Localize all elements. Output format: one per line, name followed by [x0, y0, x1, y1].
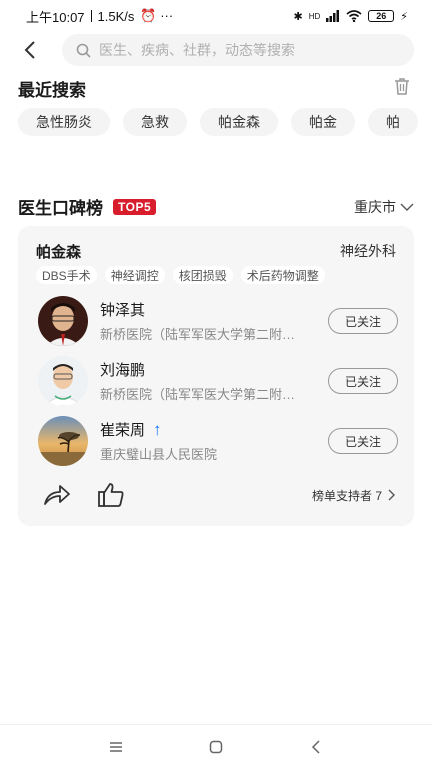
doctor-info: 崔荣周 ↑ 重庆璧山县人民医院 — [100, 419, 328, 463]
status-bar: 上午10:07 1.5K/s ⏰ ··· ✱ HD 26 ⚡ — [0, 0, 432, 32]
avatar — [38, 416, 88, 466]
recent-search-chip[interactable]: 急救 — [123, 108, 187, 136]
ranking-title: 医生口碑榜 — [18, 199, 103, 218]
back-triangle-icon — [311, 739, 320, 754]
home-nav-button[interactable] — [204, 735, 228, 759]
recent-search-chip[interactable]: 帕 — [368, 108, 418, 136]
recent-search-chip[interactable]: 帕金 — [291, 108, 355, 136]
status-speed: 1.5K/s — [97, 8, 135, 24]
doctor-name-text: 崔荣周 — [100, 422, 146, 439]
doctor-info: 钟泽其 新桥医院（陆军军医大学第二附属医院） — [100, 299, 328, 343]
doctor-name: 钟泽其 — [100, 299, 328, 320]
search-bar — [14, 34, 414, 66]
doctor-info: 刘海鹏 新桥医院（陆军军医大学第二附属医院） — [100, 359, 328, 403]
card-header: 帕金森 神经外科 — [36, 241, 396, 262]
doctor-name-text: 钟泽其 — [100, 302, 146, 319]
menu-nav-button[interactable] — [104, 735, 128, 759]
trash-icon[interactable] — [392, 76, 412, 96]
battery-icon: 26 — [368, 10, 395, 22]
home-square-icon — [209, 740, 223, 753]
recent-search-chip[interactable]: 帕金森 — [200, 108, 278, 136]
tag-list: DBS手术 神经调控 核团损毁 术后药物调整 — [36, 266, 325, 284]
network-label: HD — [308, 11, 321, 21]
follow-button[interactable]: 已关注 — [328, 428, 398, 454]
search-input[interactable] — [99, 42, 414, 58]
chevron-left-icon — [24, 41, 35, 59]
specialty-tag: 神经调控 — [104, 266, 165, 284]
follow-button[interactable]: 已关注 — [328, 368, 398, 394]
doctor-row[interactable]: 刘海鹏 新桥医院（陆军军医大学第二附属医院） 已关注 — [38, 356, 398, 406]
ranking-header: 医生口碑榜 TOP5 重庆市 — [18, 194, 414, 219]
chevron-right-icon — [388, 489, 395, 501]
specialty-tag: 术后药物调整 — [240, 266, 325, 284]
recent-search-chip[interactable]: 急性肠炎 — [18, 108, 110, 136]
city-selector[interactable]: 重庆市 — [354, 197, 414, 217]
search-icon — [76, 43, 91, 58]
system-nav-bar — [0, 724, 432, 768]
back-button[interactable] — [14, 34, 46, 66]
card-footer: 榜单支持者 7 — [42, 480, 396, 510]
ranking-card: 帕金森 神经外科 DBS手术 神经调控 核团损毁 术后药物调整 钟泽其 新桥医院… — [18, 226, 414, 526]
doctor-row[interactable]: 钟泽其 新桥医院（陆军军医大学第二附属医院） 已关注 — [38, 296, 398, 346]
doctor-hospital: 新桥医院（陆军军医大学第二附属医院） — [100, 327, 300, 342]
search-box[interactable] — [62, 34, 414, 66]
department-name: 神经外科 — [340, 243, 396, 259]
status-divider — [90, 10, 92, 22]
chevron-down-icon — [400, 203, 414, 211]
specialty-tag: 核团损毁 — [172, 266, 233, 284]
doctor-name: 崔荣周 ↑ — [100, 419, 328, 440]
signal-icon — [326, 10, 340, 22]
recent-search-title: 最近搜索 — [18, 81, 86, 100]
status-time: 上午10:07 — [26, 9, 85, 25]
disease-name: 帕金森 — [36, 244, 82, 261]
trend-up-icon: ↑ — [153, 419, 162, 439]
doctor-hospital: 重庆璧山县人民医院 — [100, 447, 218, 462]
avatar — [38, 296, 88, 346]
status-extra-icons: ⏰ ··· — [140, 8, 174, 23]
back-nav-button[interactable] — [304, 735, 328, 759]
supporters-label: 榜单支持者 7 — [311, 488, 382, 503]
doctor-hospital: 新桥医院（陆军军医大学第二附属医院） — [100, 387, 300, 402]
top5-badge: TOP5 — [113, 198, 157, 215]
share-icon[interactable] — [42, 480, 72, 510]
thumbs-up-icon[interactable] — [96, 480, 126, 510]
menu-icon — [110, 741, 122, 752]
doctor-name: 刘海鹏 — [100, 359, 328, 380]
bluetooth-icon: ✱ — [293, 10, 303, 23]
follow-button[interactable]: 已关注 — [328, 308, 398, 334]
charging-icon: ⚡ — [400, 10, 408, 23]
avatar — [38, 356, 88, 406]
recent-search-list: 急性肠炎 急救 帕金森 帕金 帕 — [18, 108, 418, 136]
city-label: 重庆市 — [354, 198, 396, 215]
doctor-name-text: 刘海鹏 — [100, 362, 146, 379]
wifi-icon — [346, 10, 362, 22]
doctor-row[interactable]: 崔荣周 ↑ 重庆璧山县人民医院 已关注 — [38, 416, 398, 466]
specialty-tag: DBS手术 — [36, 266, 97, 284]
supporters-link[interactable]: 榜单支持者 7 — [312, 487, 396, 504]
